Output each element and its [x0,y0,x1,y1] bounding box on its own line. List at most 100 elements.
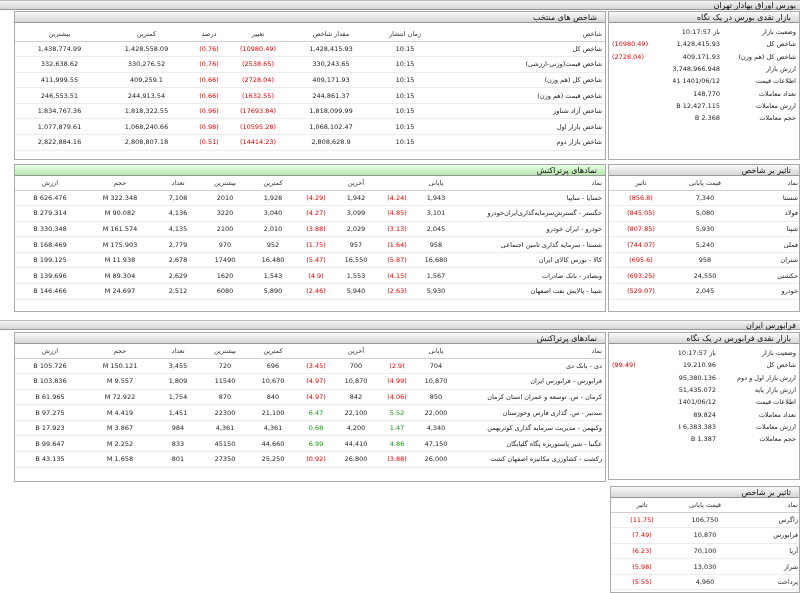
ifb-section-bar: فرابورس ایران [0,320,800,330]
impact-row[interactable]: شپنا 5,930 (807.85) [609,221,799,238]
close-price: 22,000 [417,404,455,421]
market-info-label: وضعیت بازار [761,349,796,358]
ifb-section-title: فرابورس ایران [746,321,796,330]
impact-row[interactable]: آریا 70,100 (6.23) [611,543,799,560]
impact-row[interactable]: پرداخت 4,960 (5.55) [611,574,799,591]
market-info-value: 148,770 [693,89,720,98]
active-symbol-row[interactable]: دی - بانک دی 704 (2.9) 700 (3.45) 696 720 3,455… [15,358,605,375]
index-row[interactable]: شاخص بازار اول 10:15 1,068,102.47 (10595.28… [15,118,605,136]
active-symbol-row[interactable]: شستا - سرمایه گذاری تامین اجتماعی 958 (1.6… [15,236,605,253]
last-change: (4.9) [297,267,335,285]
trade-volume: 72.922 M [85,389,155,406]
impact-close-price: 7,340 [673,190,737,207]
trade-value: 146.466 B [15,283,85,300]
impact-close-price: 10,870 [673,527,737,544]
impact-close-price: 106,750 [673,512,737,529]
tse-market-table: وضعیت بازار باز 10:17:57 شاخص کل 1,428,415.… [609,26,799,124]
index-value: 244,861.37 [287,87,375,104]
tse-indices-panel: شاخص های منتخب شاخص زمان انتشار مقدار شاخص… [14,11,606,160]
last-price: 5,940 [335,283,377,300]
market-info-change [609,433,679,445]
market-info-change: (10980.49) [612,40,649,49]
active-symbol-row[interactable]: سدبیر - س. گذاری فارس وخوزستان 22,000 5.52… [15,404,605,421]
impact-value: (856.8) [609,190,673,207]
last-price: 700 [335,358,377,375]
symbol-name: کرمان - س. توسعه و عمران استان کرمان [455,389,605,406]
index-row[interactable]: شاخص قیمت (هم وزن) 10:15 244,861.37 (1632.5… [15,87,605,104]
min-price: 840 [249,389,297,406]
market-info-row: اطلاعات قیمت 1401/06/12 10:17:41 [609,75,799,87]
market-info-row: حجم معاملات 2.368 B [609,112,799,124]
tse-impact-table: نماد قیمت پایانی تاثیر شستا 7,340 (856.8) فول… [609,176,799,300]
last-change: (4.29) [297,190,335,207]
impact-symbol: شپنا [737,221,799,238]
min-price: 25,250 [249,451,297,468]
last-change: (0.92) [297,451,335,468]
impact-row[interactable]: شتران 958 (695.6) [609,252,799,269]
active-symbol-row[interactable]: فرابورس - فرابورس ایران 10,870 (4.99) 10,87… [15,373,605,390]
active-symbol-row[interactable]: عگنبا - شیر پاستوریزه پگاه گلپایگان 47,15… [15,435,605,453]
active-symbol-row[interactable]: خسایا - سایپا 1,943 (4.24) 1,942 (4.29) 1,928… [15,190,605,207]
impact-row[interactable]: زاگرس 106,750 (11.75) [611,512,799,529]
index-row[interactable]: شاخص کل (هم وزن) 10:15 409,171.93 (2728.04)… [15,72,605,89]
impact-close-price: 2,045 [673,283,737,300]
max-price: 17490 [201,252,249,269]
trade-value: 43.135 B [15,451,85,468]
index-min: 1,818,322.55 [104,103,189,120]
impact-row[interactable]: فولاد 5,080 (845.05) [609,205,799,222]
impact-value: (529.07) [609,283,673,300]
impact-row[interactable]: شراز 13,030 (5.98) [611,558,799,575]
active-symbol-row[interactable]: وکبهمن - مدیریت سرمایه گذاری کوثربهمن 4,3… [15,420,605,437]
active-symbol-row[interactable]: زکشت - کشاورزی مکانیزه اصفهان کشت 26,000(… [15,451,605,468]
index-max: 1,834,767.36 [15,103,104,120]
market-info-value: 89,824 [693,410,716,419]
impact-symbol: پرداخت [737,574,799,591]
market-info-value: 409,171.93 [682,52,720,61]
index-value: 1,818,099.99 [287,103,375,120]
active-symbol-row[interactable]: کالا - بورس کالای ایران 16,680 (5.87) 16,55… [15,252,605,269]
active-symbol-row[interactable]: وبصادر - بانک صادرات 1,567 (4.15) 1,553 (4.9… [15,267,605,285]
impact-row[interactable]: خودرو 2,045 (529.07) [609,283,799,300]
market-info-value: 1,428,415.93 [676,40,720,49]
active-symbol-row[interactable]: خودرو - ایران‌ خودرو 2,045 (3.13) 2,029 (3.8… [15,221,605,238]
impact-row[interactable]: فملی 5,240 (744.07) [609,236,799,253]
ifb-market-table: وضعیت بازار باز 10:17:57 شاخص کل 19,210.96 (… [609,347,799,445]
column-header: حجم [85,176,155,191]
column-header [377,176,417,191]
close-price: 4,340 [417,420,455,437]
column-header: درصد [189,27,229,42]
impact-close-price: 4,960 [673,574,737,591]
column-header: قیمت پایانی [673,176,737,191]
column-header [377,344,417,359]
column-header: تاثیر [611,498,673,513]
index-name: شاخص کل (هم وزن) [435,72,605,89]
active-symbol-row[interactable]: شپنا - پالایش نفت اصفهان 5,930 (2.63) 5,940… [15,283,605,300]
last-price: 2,029 [335,221,377,238]
impact-row[interactable]: شستا 7,340 (856.8) [609,190,799,207]
impact-symbol: حکشتی [737,267,799,285]
index-row[interactable]: شاخص کل 10:15 1,428,415.93 (10980.49) (0.76)… [15,41,605,58]
column-header: بیشترین [201,176,249,191]
impact-row[interactable]: فرابورس 10,870 (7.49) [611,527,799,544]
market-info-change [609,100,673,112]
index-row[interactable]: شاخص بازار دوم 10:15 2,808,628.9 (14414.23)… [15,134,605,151]
market-info-row: ارزش بازار پایه 3,451,435.072 B [609,384,799,396]
close-change: (4.15) [377,267,417,285]
last-price: 4,200 [335,420,377,437]
index-row[interactable]: شاخص قیمت(وزنی-ارزشی) 10:15 330,243.65 (253… [15,56,605,73]
trade-count: 7,108 [155,190,201,207]
market-info-label: حجم معاملات [759,435,796,444]
trade-value: 105.726 B [15,358,85,375]
trade-count: 2,678 [155,252,201,269]
index-percent: (0.76) [189,41,229,58]
close-change: (3.88) [377,451,417,468]
impact-row[interactable]: حکشتی 24,550 (693.25) [609,267,799,285]
index-min: 409,259.1 [104,72,189,89]
min-price: 16,480 [249,252,297,269]
index-row[interactable]: شاخص آزاد شناور 10:15 1,818,099.99 (17693.8… [15,103,605,120]
index-name: شاخص بازار اول [435,118,605,136]
active-symbol-row[interactable]: کرمان - س. توسعه و عمران استان کرمان 850(… [15,389,605,406]
column-header: نماد [455,176,605,191]
active-symbol-row[interactable]: خگستر - گسترش‌سرمایه‌گذاری‌ایران‌خودرو 3,… [15,205,605,222]
column-header: پایانی [417,344,455,359]
